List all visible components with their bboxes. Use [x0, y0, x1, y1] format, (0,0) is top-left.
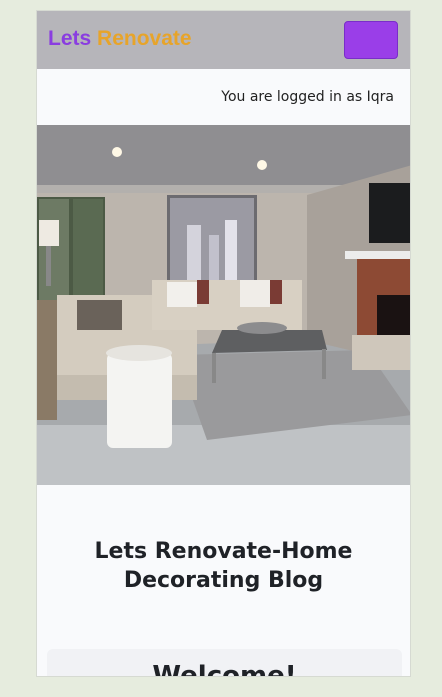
- hero-image: [37, 125, 410, 485]
- page-title: Lets Renovate-Home Decorating Blog: [37, 537, 410, 595]
- page-title-line2: Decorating Blog: [123, 568, 324, 593]
- brand-word-lets: Lets: [48, 27, 92, 50]
- navbar: Lets Renovate: [37, 11, 410, 69]
- login-status-bar: You are logged in as Iqra: [37, 69, 410, 125]
- menu-toggle-button[interactable]: [344, 21, 398, 59]
- brand-logo[interactable]: Lets Renovate: [48, 27, 192, 51]
- welcome-card: Welcome!: [47, 649, 402, 677]
- welcome-heading: Welcome!: [152, 661, 297, 677]
- login-status-text: You are logged in as Iqra: [221, 89, 394, 105]
- page-title-line1: Lets Renovate-Home: [94, 539, 353, 564]
- app-frame: Lets Renovate You are logged in as Iqra: [36, 10, 411, 677]
- brand-word-renovate: Renovate: [97, 27, 192, 50]
